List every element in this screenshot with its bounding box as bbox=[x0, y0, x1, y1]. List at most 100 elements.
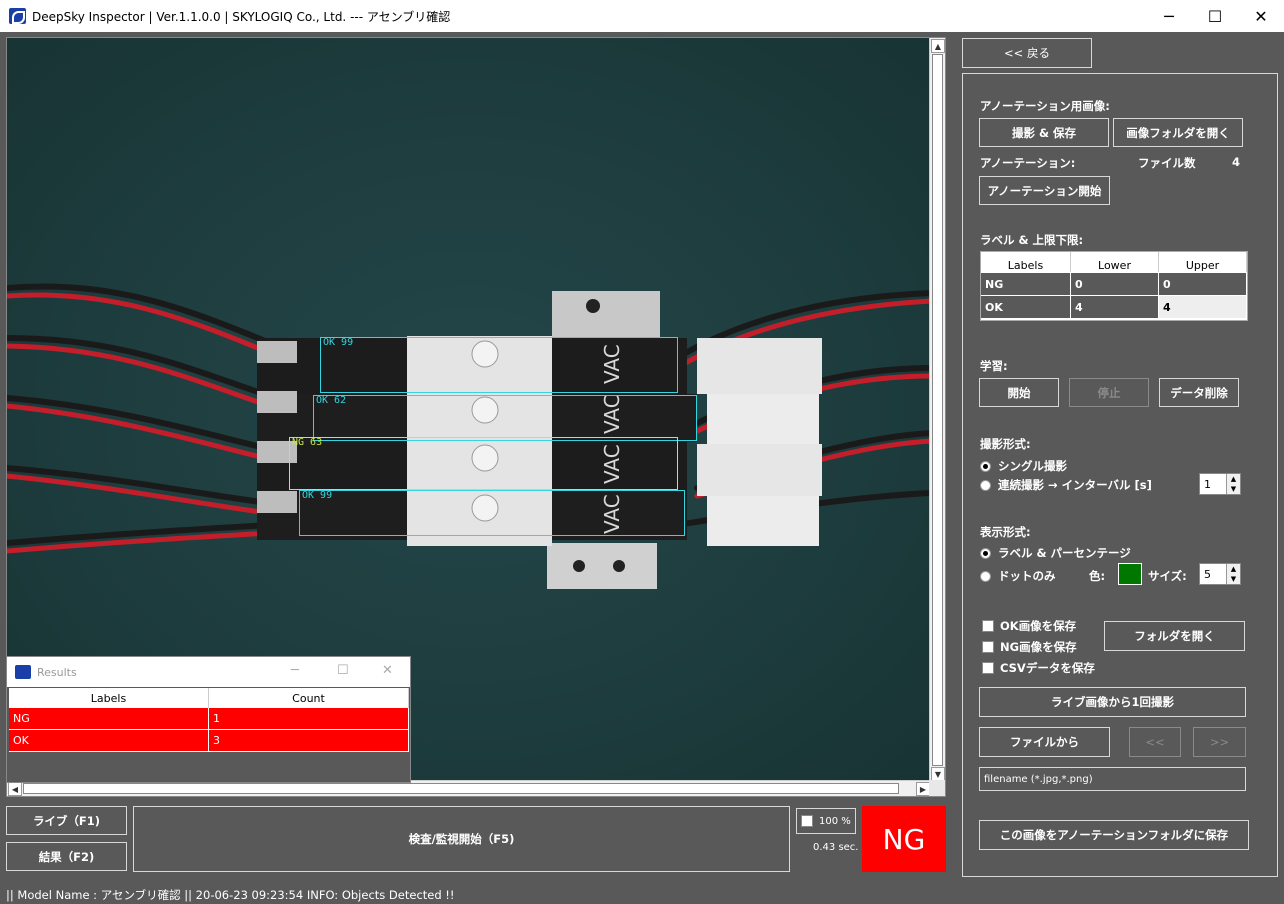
size-value[interactable]: 5 bbox=[1204, 568, 1211, 581]
table-row[interactable]: NG 1 bbox=[9, 708, 409, 730]
scroll-up-icon[interactable]: ▲ bbox=[931, 39, 945, 53]
stepper-arrows-icon[interactable]: ▲ ▼ bbox=[1226, 474, 1240, 494]
radio-icon[interactable] bbox=[980, 479, 991, 491]
radio-label: 連続撮影 → インターバル [s] bbox=[998, 478, 1152, 492]
minimize-icon[interactable]: ─ bbox=[291, 663, 299, 678]
limits-header: Labels Lower Upper bbox=[981, 252, 1247, 272]
capture-mode-heading: 撮影形式: bbox=[980, 437, 1031, 451]
next-file-button[interactable]: >> bbox=[1193, 727, 1246, 757]
label-percentage-radio[interactable]: ラベル & パーセンテージ bbox=[980, 545, 1131, 561]
results-window[interactable]: Results ─ ☐ ✕ Labels Count NG 1 OK 3 bbox=[6, 656, 411, 783]
results-title: Results bbox=[37, 666, 77, 679]
detection-box: NG 63 bbox=[289, 437, 678, 490]
from-file-button[interactable]: ファイルから bbox=[979, 727, 1110, 757]
detection-label: OK 99 bbox=[302, 490, 333, 501]
learn-stop-button[interactable]: 停止 bbox=[1069, 378, 1149, 407]
detection-box: OK 99 bbox=[320, 337, 678, 393]
scroll-corner bbox=[929, 780, 945, 796]
upper-cell-editing[interactable]: 4 bbox=[1159, 296, 1247, 318]
vertical-scrollbar[interactable]: ▲ ▼ bbox=[929, 38, 945, 782]
scroll-thumb[interactable] bbox=[23, 783, 899, 794]
label-cell: NG bbox=[981, 273, 1071, 295]
learning-heading: 学習: bbox=[980, 359, 1008, 373]
checkbox-icon[interactable] bbox=[982, 620, 994, 632]
column-header[interactable]: Labels bbox=[9, 688, 209, 708]
column-header[interactable]: Labels bbox=[981, 252, 1071, 272]
maximize-icon[interactable]: ☐ bbox=[337, 663, 349, 678]
percent-checkbox[interactable]: 100 % bbox=[796, 808, 856, 834]
radio-icon[interactable] bbox=[980, 570, 991, 582]
close-icon[interactable]: ✕ bbox=[382, 663, 393, 678]
back-button[interactable]: << 戻る bbox=[962, 38, 1092, 68]
count-cell: 1 bbox=[209, 708, 409, 729]
lower-cell[interactable]: 0 bbox=[1071, 273, 1159, 295]
judgement-indicator: NG bbox=[862, 806, 946, 872]
inference-time: 0.43 sec. bbox=[813, 842, 859, 853]
file-count-label: ファイル数 bbox=[1138, 156, 1196, 170]
save-csv-checkbox[interactable]: CSVデータを保存 bbox=[982, 660, 1095, 676]
close-button[interactable]: ✕ bbox=[1238, 0, 1284, 32]
interval-value[interactable]: 1 bbox=[1204, 478, 1211, 491]
title-bar: DeepSky Inspector | Ver.1.1.0.0 | SKYLOG… bbox=[0, 0, 1284, 32]
detection-label: NG 63 bbox=[292, 437, 323, 448]
checkbox-label: CSVデータを保存 bbox=[1000, 661, 1095, 675]
upper-cell[interactable]: 0 bbox=[1159, 273, 1247, 295]
detection-box: OK 62 bbox=[313, 395, 697, 441]
open-image-folder-button[interactable]: 画像フォルダを開く bbox=[1113, 118, 1243, 147]
detection-label: OK 62 bbox=[316, 395, 347, 406]
delete-data-button[interactable]: データ削除 bbox=[1159, 378, 1239, 407]
save-to-annotation-folder-button[interactable]: この画像をアノーテーションフォルダに保存 bbox=[979, 820, 1249, 850]
checkbox-icon[interactable] bbox=[982, 662, 994, 674]
results-table: Labels Count NG 1 OK 3 bbox=[9, 688, 409, 752]
annotation-images-heading: アノーテーション用画像: bbox=[980, 99, 1110, 113]
count-cell: 3 bbox=[209, 730, 409, 751]
capture-once-button[interactable]: ライブ画像から1回撮影 bbox=[979, 687, 1246, 717]
radio-selected-icon[interactable] bbox=[980, 547, 991, 559]
table-row[interactable]: OK 4 4 bbox=[981, 295, 1247, 318]
stepper-arrows-icon[interactable]: ▲ ▼ bbox=[1226, 564, 1240, 584]
scroll-thumb[interactable] bbox=[932, 54, 943, 766]
dot-only-radio[interactable]: ドットのみ bbox=[980, 568, 1056, 584]
scroll-left-icon[interactable]: ◀ bbox=[8, 782, 22, 796]
result-button[interactable]: 結果（F2) bbox=[6, 842, 127, 871]
single-capture-radio[interactable]: シングル撮影 bbox=[980, 458, 1067, 474]
radio-selected-icon[interactable] bbox=[980, 460, 991, 472]
open-folder-button[interactable]: フォルダを開く bbox=[1104, 621, 1245, 651]
dot-color-swatch[interactable] bbox=[1118, 563, 1142, 585]
scroll-down-icon[interactable]: ▼ bbox=[931, 767, 945, 781]
lower-cell[interactable]: 4 bbox=[1071, 296, 1159, 318]
live-button[interactable]: ライブ（F1) bbox=[6, 806, 127, 835]
size-stepper[interactable]: 5 ▲ ▼ bbox=[1199, 563, 1241, 585]
scroll-right-icon[interactable]: ▶ bbox=[916, 782, 930, 796]
prev-file-button[interactable]: << bbox=[1129, 727, 1181, 757]
table-row[interactable]: OK 3 bbox=[9, 730, 409, 752]
minimize-button[interactable]: ─ bbox=[1146, 0, 1192, 32]
column-header[interactable]: Count bbox=[209, 688, 409, 708]
save-ng-checkbox[interactable]: NG画像を保存 bbox=[982, 639, 1077, 655]
radio-label: ラベル & パーセンテージ bbox=[998, 546, 1131, 560]
column-header[interactable]: Lower bbox=[1071, 252, 1159, 272]
capture-save-button[interactable]: 撮影 & 保存 bbox=[979, 118, 1109, 147]
continuous-capture-radio[interactable]: 連続撮影 → インターバル [s] bbox=[980, 477, 1152, 493]
save-ok-checkbox[interactable]: OK画像を保存 bbox=[982, 618, 1076, 634]
checkbox-icon[interactable] bbox=[982, 641, 994, 653]
filename-field[interactable]: filename (*.jpg,*.png) bbox=[979, 767, 1246, 791]
radio-label: ドットのみ bbox=[998, 569, 1056, 583]
file-count-value: 4 bbox=[1232, 155, 1241, 169]
column-header[interactable]: Upper bbox=[1159, 252, 1247, 272]
label-cell: OK bbox=[981, 296, 1071, 318]
table-row[interactable]: NG 0 0 bbox=[981, 272, 1247, 295]
color-label: 色: bbox=[1089, 569, 1106, 583]
detection-label: OK 99 bbox=[323, 337, 354, 348]
maximize-button[interactable]: ☐ bbox=[1192, 0, 1238, 32]
results-title-bar[interactable]: Results ─ ☐ ✕ bbox=[7, 657, 410, 687]
learn-start-button[interactable]: 開始 bbox=[979, 378, 1059, 407]
checkbox-label: NG画像を保存 bbox=[1000, 640, 1077, 654]
inspect-start-button[interactable]: 検査/監視開始（F5) bbox=[133, 806, 790, 872]
label-limits-heading: ラベル & 上限下限: bbox=[980, 233, 1084, 247]
interval-stepper[interactable]: 1 ▲ ▼ bbox=[1199, 473, 1241, 495]
window-title: DeepSky Inspector | Ver.1.1.0.0 | SKYLOG… bbox=[32, 10, 451, 24]
checkbox-icon[interactable] bbox=[801, 815, 813, 827]
start-annotation-button[interactable]: アノーテーション開始 bbox=[979, 176, 1110, 205]
size-label: サイズ: bbox=[1148, 569, 1187, 583]
